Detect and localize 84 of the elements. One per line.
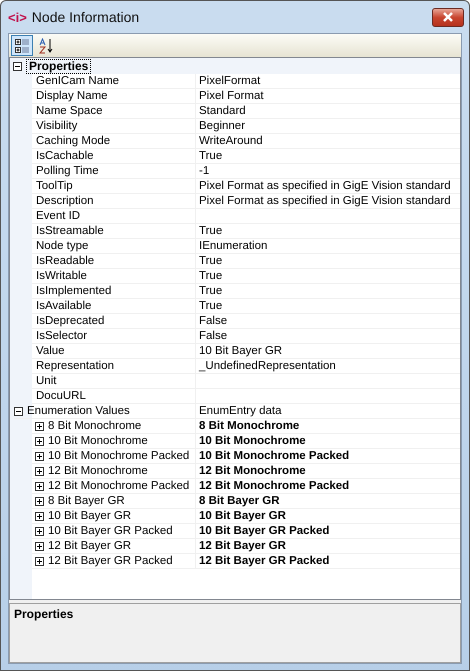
property-name: Caching Mode bbox=[36, 134, 110, 148]
property-name: IsWritable bbox=[36, 269, 87, 283]
property-name: DocuURL bbox=[36, 389, 86, 403]
property-value: Pixel Format as specified in GigE Vision standard bbox=[199, 194, 451, 208]
property-value: PixelFormat bbox=[199, 74, 260, 88]
property-value: Beginner bbox=[199, 119, 246, 133]
expand-toggle-icon[interactable] bbox=[35, 436, 44, 446]
property-value: 10 Bit Monochrome Packed bbox=[199, 449, 350, 463]
property-value: EnumEntry data bbox=[199, 404, 282, 418]
property-name: IsSelector bbox=[36, 329, 88, 343]
property-value: Standard bbox=[199, 104, 246, 118]
property-value: False bbox=[199, 314, 228, 328]
property-name: 10 Bit Bayer GR Packed bbox=[48, 524, 173, 538]
property-value: True bbox=[199, 269, 222, 283]
property-name: IsAvailable bbox=[36, 299, 92, 313]
property-value: _UndefinedRepresentation bbox=[199, 359, 336, 373]
expand-toggle-icon[interactable] bbox=[35, 452, 44, 460]
property-value: 8 Bit Bayer GR bbox=[199, 494, 280, 508]
property-name: Enumeration Values bbox=[27, 404, 130, 418]
property-value: True bbox=[199, 224, 222, 238]
property-value: WriteAround bbox=[199, 134, 263, 148]
property-name: IsDeprecated bbox=[36, 314, 104, 328]
expand-toggle-icon[interactable] bbox=[35, 466, 44, 476]
category-header[interactable]: Properties bbox=[26, 58, 92, 74]
property-value: 8 Bit Monochrome bbox=[199, 419, 300, 433]
property-value: 12 Bit Monochrome Packed bbox=[199, 479, 350, 493]
expand-toggle-icon[interactable] bbox=[35, 542, 44, 550]
expand-toggle-icon[interactable] bbox=[35, 496, 44, 506]
info-icon: <i> bbox=[8, 10, 27, 24]
property-value: 10 Bit Bayer GR bbox=[199, 509, 286, 523]
property-name: Node type bbox=[36, 239, 88, 253]
property-name: IsCachable bbox=[36, 149, 94, 163]
property-name: 10 Bit Monochrome bbox=[48, 434, 148, 448]
property-name: IsReadable bbox=[36, 254, 94, 268]
property-name: Name Space bbox=[36, 104, 102, 118]
property-name: 12 Bit Bayer GR Packed bbox=[48, 554, 173, 568]
property-value: 12 Bit Monochrome bbox=[199, 464, 306, 478]
expand-toggle-icon[interactable] bbox=[35, 422, 44, 430]
expand-toggle-icon[interactable] bbox=[35, 482, 44, 490]
categorized-icon bbox=[14, 38, 30, 54]
expand-toggle-icon[interactable] bbox=[35, 526, 44, 536]
property-name: Event ID bbox=[36, 209, 80, 223]
collapse-toggle-icon[interactable] bbox=[13, 62, 22, 70]
property-value: -1 bbox=[199, 164, 210, 178]
property-name: Display Name bbox=[36, 89, 108, 103]
property-name: IsStreamable bbox=[36, 224, 104, 238]
collapse-toggle-icon[interactable] bbox=[14, 406, 23, 416]
expand-toggle-icon[interactable] bbox=[35, 556, 44, 566]
property-name: 12 Bit Monochrome bbox=[48, 464, 148, 478]
property-value: 10 Bit Monochrome bbox=[199, 434, 306, 448]
property-value: True bbox=[199, 299, 222, 313]
property-value: True bbox=[199, 149, 222, 163]
property-name: 10 Bit Monochrome Packed bbox=[48, 449, 190, 463]
property-name: 8 Bit Monochrome bbox=[48, 419, 142, 433]
window-title: Node Information bbox=[32, 9, 140, 25]
property-value: Pixel Format as specified in GigE Vision standard bbox=[199, 179, 451, 193]
property-value: False bbox=[199, 329, 228, 343]
close-icon bbox=[442, 12, 454, 22]
property-value: 12 Bit Bayer GR bbox=[199, 539, 286, 553]
property-value: True bbox=[199, 254, 222, 268]
property-value: Pixel Format bbox=[199, 89, 264, 103]
property-name: GenICam Name bbox=[36, 74, 120, 88]
property-name: Representation bbox=[36, 359, 114, 373]
property-name: 10 Bit Bayer GR bbox=[48, 509, 132, 523]
property-name: Value bbox=[36, 344, 65, 358]
property-value: True bbox=[199, 284, 222, 298]
description-title: Properties bbox=[14, 607, 74, 621]
property-name: Description bbox=[36, 194, 94, 208]
property-value: IEnumeration bbox=[199, 239, 268, 253]
property-value: 10 Bit Bayer GR Packed bbox=[199, 524, 330, 538]
categorized-view-button[interactable] bbox=[11, 35, 33, 56]
property-name: ToolTip bbox=[36, 179, 73, 193]
property-value: 10 Bit Bayer GR bbox=[199, 344, 282, 358]
property-name: 12 Bit Monochrome Packed bbox=[48, 479, 190, 493]
property-name: Polling Time bbox=[36, 164, 99, 178]
property-name: IsImplemented bbox=[36, 284, 112, 298]
property-name: 8 Bit Bayer GR bbox=[48, 494, 125, 508]
expand-toggle-icon[interactable] bbox=[35, 512, 44, 520]
property-name: 12 Bit Bayer GR bbox=[48, 539, 132, 553]
property-name: Visibility bbox=[36, 119, 78, 133]
property-value: 12 Bit Bayer GR Packed bbox=[199, 554, 330, 568]
sort-alphabetical-icon bbox=[38, 38, 54, 54]
close-button[interactable] bbox=[432, 8, 464, 26]
property-name: Unit bbox=[36, 374, 56, 388]
